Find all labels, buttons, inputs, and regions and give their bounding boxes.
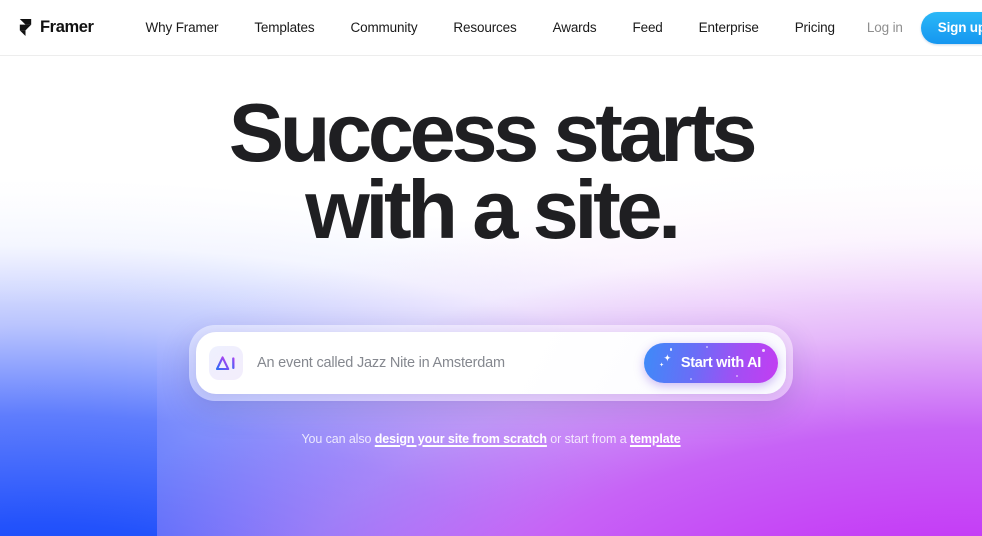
framer-logo-icon bbox=[18, 18, 33, 37]
top-navigation-bar: Framer Why Framer Templates Community Re… bbox=[0, 0, 982, 56]
ai-prompt-bar: Start with AI bbox=[189, 325, 793, 401]
template-link[interactable]: template bbox=[630, 432, 681, 446]
prompt-halo: Start with AI bbox=[189, 325, 793, 401]
hero-content: Success starts with a site. bbox=[0, 91, 982, 257]
hero-section: Success starts with a site. An event cal… bbox=[0, 56, 982, 536]
start-with-ai-button[interactable]: Start with AI bbox=[643, 343, 786, 383]
nav-link-templates[interactable]: Templates bbox=[236, 14, 332, 41]
prompt-card: Start with AI bbox=[196, 332, 786, 394]
framer-landing-page: Framer Why Framer Templates Community Re… bbox=[0, 0, 982, 536]
sparkle-particle bbox=[689, 378, 692, 380]
headline-line-2: with a site. bbox=[305, 163, 681, 257]
design-from-scratch-link[interactable]: design your site from scratch bbox=[375, 432, 547, 446]
ai-badge-icon bbox=[209, 346, 243, 380]
brand-name: Framer bbox=[40, 18, 94, 36]
framer-brand-logo[interactable]: Framer bbox=[18, 18, 94, 37]
sparkle-particle bbox=[705, 346, 708, 348]
nav-link-resources[interactable]: Resources bbox=[435, 14, 534, 41]
hero-subtext: You can also design your site from scrat… bbox=[0, 432, 982, 446]
nav-link-community[interactable]: Community bbox=[333, 14, 436, 41]
start-with-ai-label: Start with AI bbox=[680, 355, 761, 371]
subtext-prefix: You can also bbox=[301, 432, 375, 446]
sparkle-particle bbox=[735, 375, 738, 377]
nav-link-enterprise[interactable]: Enterprise bbox=[681, 14, 777, 41]
nav-account-actions: Log in Sign up bbox=[853, 11, 982, 44]
sign-up-button[interactable]: Sign up bbox=[920, 11, 982, 44]
sparkle-particle bbox=[783, 369, 786, 371]
sparkle-icon bbox=[657, 353, 674, 374]
nav-link-awards[interactable]: Awards bbox=[535, 14, 615, 41]
hero-headline: Success starts with a site. bbox=[0, 91, 982, 257]
nav-links: Why Framer Templates Community Resources… bbox=[128, 14, 853, 41]
nav-link-why-framer[interactable]: Why Framer bbox=[128, 14, 237, 41]
ai-prompt-input[interactable] bbox=[251, 355, 644, 371]
nav-link-feed[interactable]: Feed bbox=[614, 14, 680, 41]
sparkle-particle bbox=[761, 349, 765, 352]
sparkle-particle bbox=[669, 348, 673, 351]
log-in-link[interactable]: Log in bbox=[853, 14, 917, 41]
nav-link-pricing[interactable]: Pricing bbox=[777, 14, 853, 41]
subtext-middle: or start from a bbox=[546, 432, 630, 446]
